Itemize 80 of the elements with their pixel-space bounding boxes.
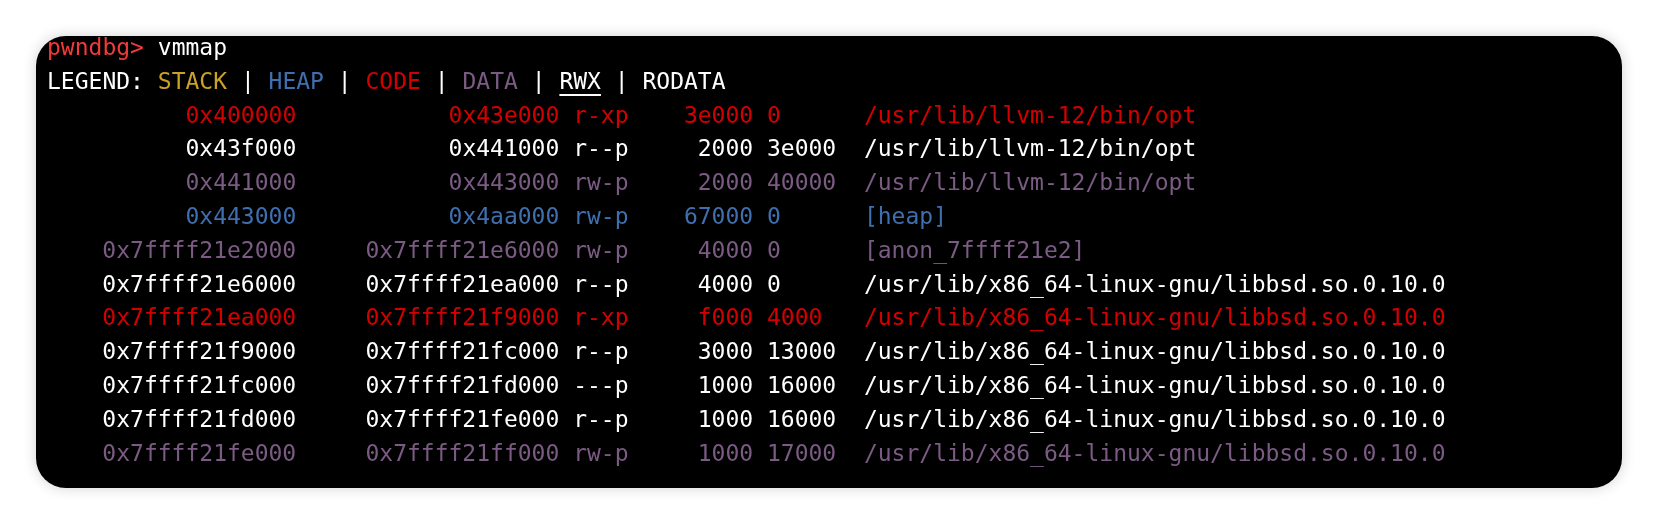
legend-entry: RWX <box>559 66 601 96</box>
permissions: r--p <box>573 337 629 367</box>
separator-text: | <box>337 66 352 96</box>
separator-text: | <box>240 66 255 96</box>
file-path: /usr/lib/llvm-12/bin/opt <box>863 168 1197 198</box>
region-size: 2000 <box>697 134 754 164</box>
region-size: f000 <box>697 303 754 333</box>
file-path: /usr/lib/x86_64-linux-gnu/libbsd.so.0.10.0 <box>863 303 1446 333</box>
prompt-label: pwndbg> <box>47 36 144 62</box>
file-path: [heap] <box>863 202 947 231</box>
file-path: /usr/lib/x86_64-linux-gnu/libbsd.so.0.10.0 <box>863 404 1446 435</box>
file-path: /usr/lib/x86_64-linux-gnu/libbsd.so.0.10.0 <box>863 370 1446 401</box>
file-path: /usr/lib/x86_64-linux-gnu/libbsd.so.0.10.0 <box>863 438 1446 469</box>
file-offset: 0 <box>767 269 781 299</box>
permissions: rw-p <box>573 235 629 265</box>
file-offset: 0 <box>767 202 781 231</box>
legend-entry: DATA <box>462 66 518 96</box>
start-address: 0x7ffff21e2000 <box>102 235 297 265</box>
region-size: 1000 <box>697 438 754 468</box>
permissions: rw-p <box>573 168 629 198</box>
end-address: 0x43e000 <box>448 100 560 130</box>
region-size: 3000 <box>697 337 754 367</box>
legend-entry: RODATA <box>642 66 726 96</box>
end-address: 0x7ffff21fd000 <box>365 370 560 400</box>
end-address: 0x441000 <box>448 134 560 164</box>
end-address: 0x7ffff21fc000 <box>365 337 560 367</box>
command-text: vmmap <box>157 36 228 62</box>
separator-text: | <box>614 66 629 96</box>
region-size: 2000 <box>697 168 754 198</box>
end-address: 0x7ffff21fe000 <box>365 404 560 434</box>
legend-entry: STACK <box>157 66 228 96</box>
region-size: 4000 <box>697 269 754 299</box>
file-offset: 17000 <box>767 438 837 468</box>
start-address: 0x7ffff21fd000 <box>102 404 297 434</box>
permissions: ---p <box>573 370 629 400</box>
start-address: 0x400000 <box>185 100 297 130</box>
separator-text: | <box>531 66 546 96</box>
start-address: 0x443000 <box>185 202 297 231</box>
file-offset: 0 <box>767 235 781 265</box>
file-path: [anon_7ffff21e2] <box>863 235 1086 266</box>
file-offset: 4000 <box>767 303 823 333</box>
file-offset: 16000 <box>767 370 837 400</box>
region-size: 4000 <box>697 235 754 265</box>
file-offset: 0 <box>767 100 781 130</box>
file-path: /usr/lib/llvm-12/bin/opt <box>863 134 1197 164</box>
legend-entry: CODE <box>365 66 421 96</box>
start-address: 0x7ffff21e6000 <box>102 269 297 299</box>
end-address: 0x7ffff21ea000 <box>365 269 560 299</box>
region-size: 67000 <box>683 202 754 231</box>
separator-text: | <box>434 66 449 96</box>
start-address: 0x43f000 <box>185 134 297 164</box>
file-offset: 3e000 <box>767 134 837 164</box>
end-address: 0x7ffff21f9000 <box>365 303 560 333</box>
permissions: rw-p <box>573 202 629 231</box>
file-path: /usr/lib/x86_64-linux-gnu/libbsd.so.0.10.0 <box>863 269 1446 300</box>
start-address: 0x7ffff21ea000 <box>102 303 297 333</box>
end-address: 0x7ffff21ff000 <box>365 438 560 468</box>
file-offset: 13000 <box>767 337 837 367</box>
file-path: /usr/lib/x86_64-linux-gnu/libbsd.so.0.10.0 <box>863 337 1446 367</box>
start-address: 0x7ffff21f9000 <box>102 337 297 367</box>
file-offset: 40000 <box>767 168 837 198</box>
permissions: rw-p <box>573 438 629 468</box>
permissions: r--p <box>573 269 629 299</box>
region-size: 3e000 <box>683 100 754 130</box>
permissions: r--p <box>573 134 629 164</box>
permissions: r--p <box>573 404 629 434</box>
permissions: r-xp <box>573 100 629 130</box>
region-size: 1000 <box>697 404 754 434</box>
end-address: 0x4aa000 <box>448 202 560 231</box>
legend-entry: HEAP <box>268 66 324 96</box>
region-size: 1000 <box>697 370 754 400</box>
start-address: 0x7ffff21fc000 <box>102 370 297 400</box>
end-address: 0x7ffff21e6000 <box>365 235 560 265</box>
start-address: 0x7ffff21fe000 <box>102 438 297 468</box>
legend-label: LEGEND: <box>47 66 144 96</box>
permissions: r-xp <box>573 303 629 333</box>
file-path: /usr/lib/llvm-12/bin/opt <box>863 100 1197 130</box>
end-address: 0x443000 <box>448 168 560 198</box>
start-address: 0x441000 <box>185 168 297 198</box>
file-offset: 16000 <box>767 404 837 434</box>
